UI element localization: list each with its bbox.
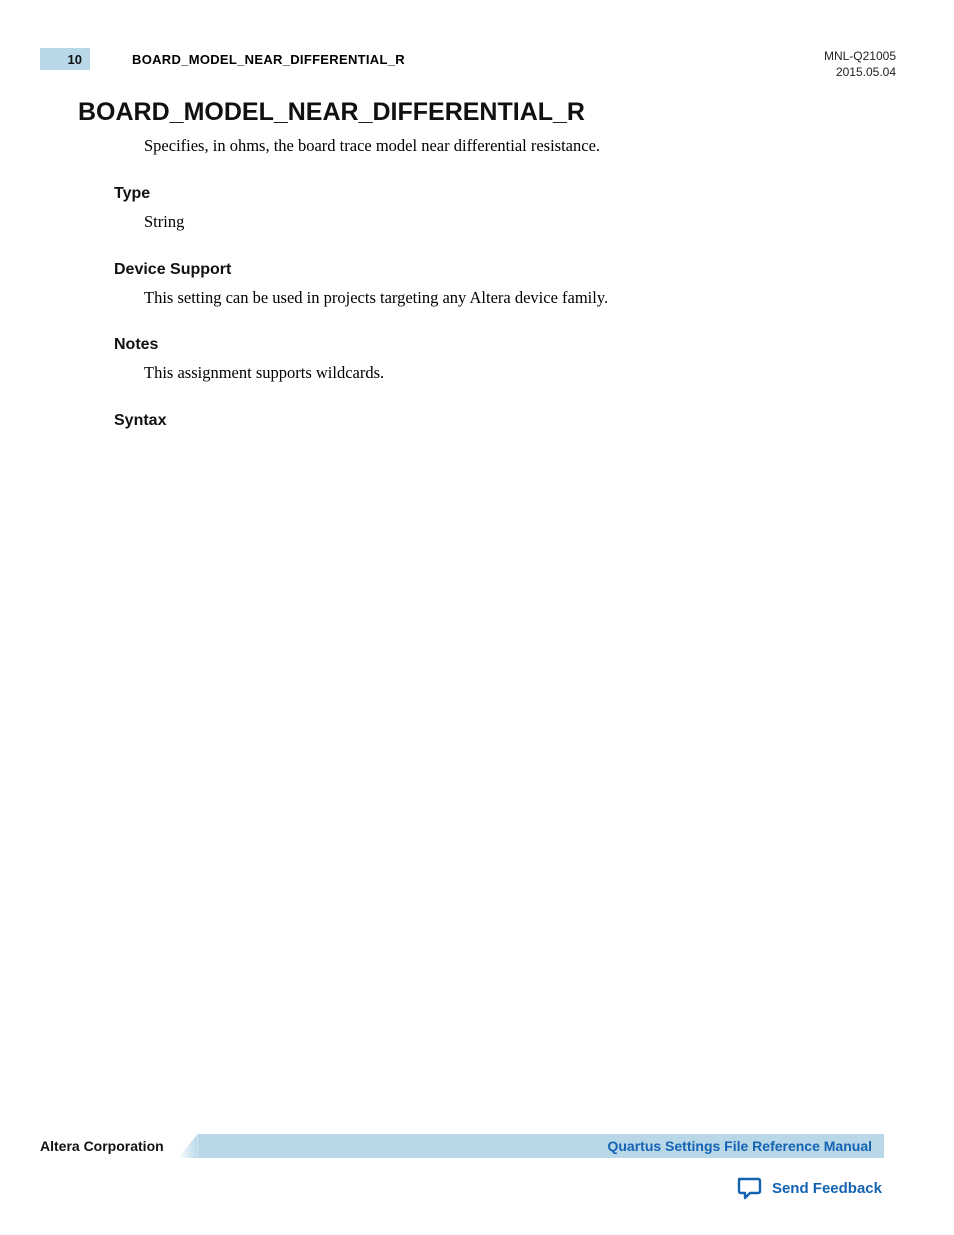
footer-manual-link-container: Quartus Settings File Reference Manual (198, 1134, 884, 1158)
footer-bar: Altera Corporation Quartus Settings File… (40, 1134, 884, 1158)
type-label: Type (114, 185, 896, 203)
manual-link[interactable]: Quartus Settings File Reference Manual (607, 1138, 872, 1154)
header-right: MNL-Q21005 2015.05.04 (824, 48, 896, 80)
footer-divider (178, 1134, 198, 1158)
notes-label: Notes (114, 336, 896, 354)
page-footer: Altera Corporation Quartus Settings File… (40, 1134, 884, 1200)
content-title: BOARD_MODEL_NEAR_DIFFERENTIAL_R (78, 98, 896, 127)
send-feedback-link[interactable]: Send Feedback (772, 1180, 882, 1197)
notes-value: This assignment supports wildcards. (144, 360, 896, 386)
syntax-label: Syntax (114, 412, 896, 430)
doc-id: MNL-Q21005 (824, 48, 896, 64)
feedback-icon (736, 1176, 762, 1200)
doc-date: 2015.05.04 (824, 64, 896, 80)
feedback-row: Send Feedback (40, 1176, 884, 1200)
page-number: 10 (40, 48, 90, 70)
device-support-value: This setting can be used in projects tar… (144, 285, 896, 311)
type-value: String (144, 209, 896, 235)
header-section-title: BOARD_MODEL_NEAR_DIFFERENTIAL_R (132, 52, 405, 67)
device-support-label: Device Support (114, 261, 896, 279)
footer-company: Altera Corporation (40, 1134, 178, 1158)
content-description: Specifies, in ohms, the board trace mode… (144, 133, 896, 159)
header-left: 10 BOARD_MODEL_NEAR_DIFFERENTIAL_R (40, 48, 405, 70)
page-header: 10 BOARD_MODEL_NEAR_DIFFERENTIAL_R MNL-Q… (40, 48, 896, 80)
